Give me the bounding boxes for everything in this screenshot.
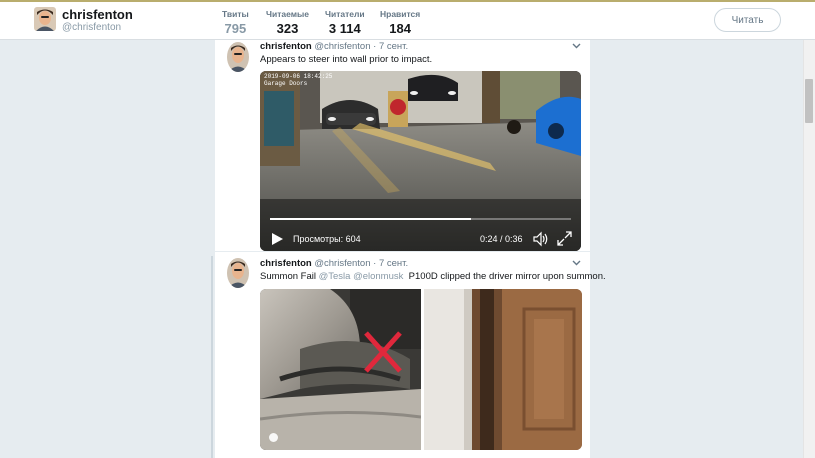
camera-timestamp: 2019-09-06 18:42:25 Garage Doors <box>264 73 332 87</box>
chevron-down-icon[interactable] <box>572 259 581 268</box>
stat-value: 323 <box>276 21 299 36</box>
play-icon[interactable] <box>270 232 284 246</box>
profile-nav-bar: chrisfenton @chrisfenton Твиты 795 Читае… <box>0 0 815 44</box>
stat-label: Нравится <box>380 9 421 19</box>
fullscreen-icon[interactable] <box>557 231 572 246</box>
camera-timestamp-label: Garage Doors <box>264 80 308 87</box>
video-progress-fill <box>270 218 471 220</box>
avatar[interactable] <box>227 258 249 288</box>
video-time: 0:24 / 0:36 <box>480 234 523 244</box>
door-frame-photo <box>424 289 582 450</box>
stat-label: Твиты <box>222 9 249 19</box>
mention-link[interactable]: @elonmusk <box>353 271 403 282</box>
thread-line <box>211 256 213 458</box>
tweet-text-suffix: P100D clipped the driver mirror upon sum… <box>403 271 606 282</box>
tweet-text: Appears to steer into wall prior to impa… <box>260 54 433 65</box>
follow-button[interactable]: Читать <box>714 8 781 32</box>
tweet[interactable]: chrisfenton @chrisfenton · 7 сент. Appea… <box>215 40 590 252</box>
tweet-photo[interactable] <box>260 289 421 450</box>
stat-tweets[interactable]: Твиты 795 <box>220 9 251 44</box>
stat-value: 184 <box>389 21 411 36</box>
tweet-header: chrisfenton @chrisfenton · 7 сент. <box>260 41 408 52</box>
profile-handle: @chrisfenton <box>62 22 122 33</box>
stat-following[interactable]: Читаемые 323 <box>266 9 309 36</box>
tweet-author-handle[interactable]: @chrisfenton <box>314 258 370 269</box>
video-view-count: Просмотры: 604 <box>293 234 361 244</box>
tweet-date[interactable]: · 7 сент. <box>373 41 408 52</box>
camera-timestamp-date: 2019-09-06 18:42:25 <box>264 73 333 80</box>
tweet-author-handle[interactable]: @chrisfenton <box>314 41 370 52</box>
tweet-author-name[interactable]: chrisfenton <box>260 258 312 269</box>
mention-link[interactable]: @Tesla <box>319 271 351 282</box>
stat-likes[interactable]: Нравится 184 <box>380 9 420 36</box>
video-frame <box>260 71 581 251</box>
stat-value: 3 114 <box>328 21 361 36</box>
tweet-date[interactable]: · 7 сент. <box>373 258 408 269</box>
tweet[interactable]: chrisfenton @chrisfenton · 7 сент. Summo… <box>215 253 606 458</box>
avatar[interactable] <box>227 42 249 72</box>
tweet-author-name[interactable]: chrisfenton <box>260 41 312 52</box>
tweet-text: Summon Fail @Tesla @elonmusk P100D clipp… <box>260 271 606 282</box>
video-player[interactable]: 2019-09-06 18:42:25 Garage Doors Просмот… <box>260 71 581 251</box>
tweet-photo[interactable] <box>424 289 582 450</box>
header-accent-strip <box>0 0 815 2</box>
avatar[interactable] <box>34 7 56 31</box>
volume-icon[interactable] <box>533 231 549 247</box>
stat-label: Читатели <box>325 9 365 19</box>
mirror-photo <box>260 289 421 450</box>
stat-value: 795 <box>224 21 247 36</box>
media-indicator-icon <box>269 433 278 442</box>
scrollbar-thumb[interactable] <box>805 79 813 123</box>
profile-name[interactable]: chrisfenton <box>62 7 133 22</box>
stat-followers[interactable]: Читатели 3 114 <box>325 9 365 36</box>
video-progress-bar[interactable] <box>270 218 571 220</box>
tweet-text-prefix: Summon Fail <box>260 271 319 282</box>
stat-label: Читаемые <box>266 9 309 19</box>
tweet-header: chrisfenton @chrisfenton · 7 сент. <box>260 258 408 269</box>
chevron-down-icon[interactable] <box>572 42 581 51</box>
